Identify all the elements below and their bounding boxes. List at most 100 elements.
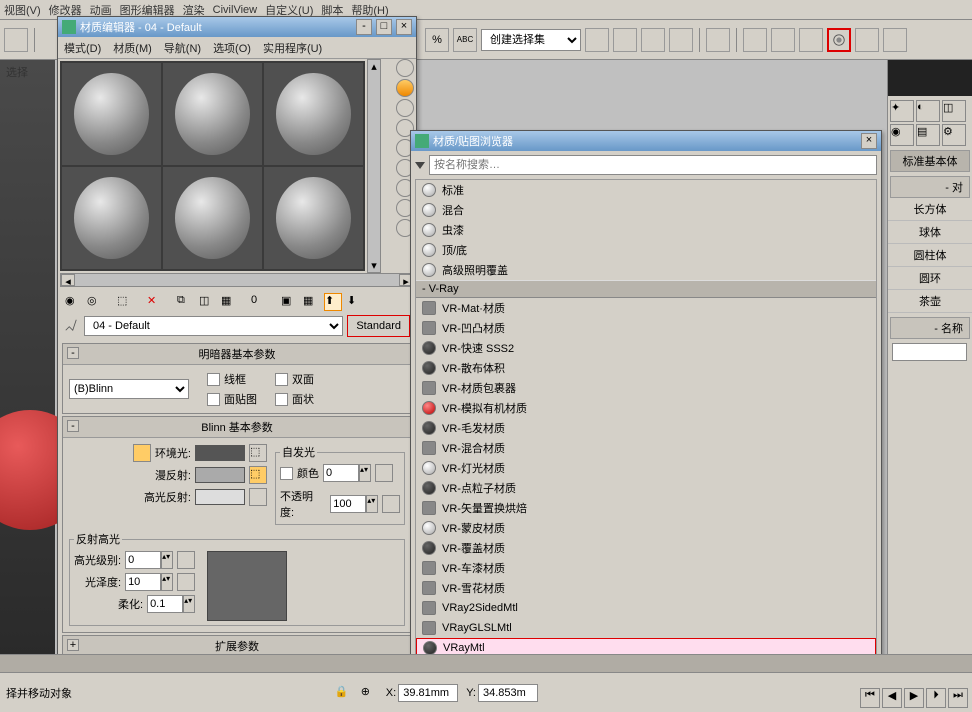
go-to-parent-icon[interactable]: ⬆ [324, 293, 342, 311]
blinn-rollout-head[interactable]: - Blinn 基本参数 [63, 417, 411, 438]
faceted-checkbox[interactable] [275, 393, 288, 406]
mat-editor-titlebar[interactable]: 材质编辑器 - 04 - Default - □ × [58, 17, 416, 37]
hierarchy-tab-icon[interactable]: ◫ [942, 100, 966, 122]
maximize-button[interactable]: □ [376, 19, 392, 35]
menu-util[interactable]: 实用程序(U) [263, 40, 322, 56]
shader-rollout-head[interactable]: - 明暗器基本参数 [63, 344, 411, 365]
tb-mat-icon[interactable] [743, 28, 767, 52]
specular-swatch[interactable] [195, 489, 245, 505]
tb-align-icon[interactable] [613, 28, 637, 52]
diffuse-lock-icon[interactable]: ⬚ [249, 466, 267, 484]
torus-button[interactable]: 圆环 [888, 267, 972, 290]
put-to-scene-icon[interactable]: ◎ [86, 293, 104, 311]
browser-item[interactable]: VR-蒙皮材质 [416, 518, 876, 538]
sample-slot-2[interactable] [163, 63, 262, 165]
sample-slot-5[interactable] [163, 167, 262, 269]
selfillum-map-btn[interactable] [375, 464, 393, 482]
tb-render-icon[interactable] [827, 28, 851, 52]
tb-teapot-icon[interactable] [855, 28, 879, 52]
primitives-header[interactable]: 标准基本体 [890, 150, 970, 172]
name-color-header[interactable]: - 名称 [890, 317, 970, 339]
spinner-icon[interactable]: ▴▾ [183, 595, 195, 613]
search-dropdown-icon[interactable] [415, 162, 425, 169]
browser-item[interactable]: VR-快速 SSS2 [416, 338, 876, 358]
menu-material[interactable]: 材质(M) [113, 40, 152, 56]
sample-type-icon[interactable] [396, 59, 414, 77]
spec-level-input[interactable] [125, 551, 161, 569]
browser-search-input[interactable] [429, 155, 877, 175]
browser-item[interactable]: VR-散布体积 [416, 358, 876, 378]
opacity-input[interactable] [330, 495, 366, 513]
tb-schematic-icon[interactable] [669, 28, 693, 52]
minimize-button[interactable]: - [356, 19, 372, 35]
show-in-vp-icon[interactable]: ▣ [280, 293, 298, 311]
material-name-select[interactable]: 04 - Default [84, 316, 343, 336]
sphere-button[interactable]: 球体 [888, 221, 972, 244]
browser-item[interactable]: VRayGLSLMtl [416, 618, 876, 638]
browser-item[interactable]: VR-雪花材质 [416, 578, 876, 598]
browser-item[interactable]: 高级照明覆盖 [416, 260, 876, 280]
shader-type-select[interactable]: (B)Blinn [69, 379, 189, 399]
specular-map-btn[interactable] [249, 488, 267, 506]
spinner-icon[interactable]: ▴▾ [359, 464, 371, 482]
browser-item[interactable]: VR-矢量置换烘焙 [416, 498, 876, 518]
spinner-icon[interactable]: ▴▾ [161, 573, 173, 591]
background-icon[interactable] [396, 99, 414, 117]
sample-hscroll[interactable]: ◂▸ [60, 273, 414, 287]
browser-item[interactable]: VR-覆盖材质 [416, 538, 876, 558]
timeline-ruler[interactable] [0, 654, 972, 672]
material-type-button[interactable]: Standard [347, 315, 410, 337]
collapse-icon[interactable]: - [67, 420, 79, 432]
diffuse-swatch[interactable] [195, 467, 245, 483]
viewport[interactable] [0, 60, 55, 660]
go-forward-icon[interactable]: ⬇ [346, 293, 364, 311]
create-tab-icon[interactable]: ✦ [890, 100, 914, 122]
make-unique-icon[interactable]: ◫ [198, 293, 216, 311]
pick-material-icon[interactable] [64, 318, 80, 334]
browser-close-button[interactable]: × [861, 133, 877, 149]
browser-category-vray[interactable]: - V-Ray [416, 280, 876, 298]
x-coord-input[interactable] [398, 684, 458, 702]
display-tab-icon[interactable]: ▤ [916, 124, 940, 146]
object-name-input[interactable] [892, 343, 967, 361]
sample-slot-3[interactable] [264, 63, 363, 165]
tb-mirror-icon[interactable] [585, 28, 609, 52]
motion-tab-icon[interactable]: ◉ [890, 124, 914, 146]
util-tab-icon[interactable]: ⚙ [942, 124, 966, 146]
modify-tab-icon[interactable]: ◐ [916, 100, 940, 122]
mat-id-0[interactable]: 0 [250, 293, 268, 311]
cylinder-button[interactable]: 圆柱体 [888, 244, 972, 267]
snap-icon[interactable]: ⊕ [360, 684, 378, 702]
tb-curve-icon[interactable] [706, 28, 730, 52]
assign-icon[interactable]: ⬚ [116, 293, 134, 311]
get-material-icon[interactable]: ◉ [64, 293, 82, 311]
backlight-icon[interactable] [396, 79, 414, 97]
spinner-icon[interactable]: ▴▾ [161, 551, 173, 569]
put-to-lib-icon[interactable]: ▦ [220, 293, 238, 311]
show-end-result-icon[interactable]: ▦ [302, 293, 320, 311]
menu-mode[interactable]: 模式(D) [64, 40, 101, 56]
make-copy-icon[interactable]: ⧉ [176, 293, 194, 311]
lock-icon[interactable]: 🔒 [334, 684, 352, 702]
browser-item[interactable]: VR-灯光材质 [416, 458, 876, 478]
browser-item[interactable]: 混合 [416, 200, 876, 220]
goto-start-icon[interactable]: ⏮ [860, 688, 880, 708]
collapse-icon[interactable]: - [67, 347, 79, 359]
browser-item[interactable]: 顶/底 [416, 240, 876, 260]
gloss-input[interactable] [125, 573, 161, 591]
sample-vscroll[interactable]: ▴▾ [367, 59, 381, 273]
soften-input[interactable] [147, 595, 183, 613]
spinner-icon[interactable]: ▴▾ [366, 495, 378, 513]
tb-render-setup-icon[interactable] [771, 28, 795, 52]
menu-nav[interactable]: 导航(N) [164, 40, 201, 56]
browser-item[interactable]: VR-点粒子材质 [416, 478, 876, 498]
play-icon[interactable]: ▶ [904, 688, 924, 708]
browser-item[interactable]: VR-车漆材质 [416, 558, 876, 578]
spec-level-map-btn[interactable] [177, 551, 195, 569]
lock-ambient-icon[interactable] [133, 444, 151, 462]
selection-set-select[interactable]: 创建选择集 [481, 29, 581, 51]
tb-btn-1[interactable] [4, 28, 28, 52]
sample-slot-6[interactable] [264, 167, 363, 269]
facemap-checkbox[interactable] [207, 393, 220, 406]
next-frame-icon[interactable]: ⏵ [926, 688, 946, 708]
